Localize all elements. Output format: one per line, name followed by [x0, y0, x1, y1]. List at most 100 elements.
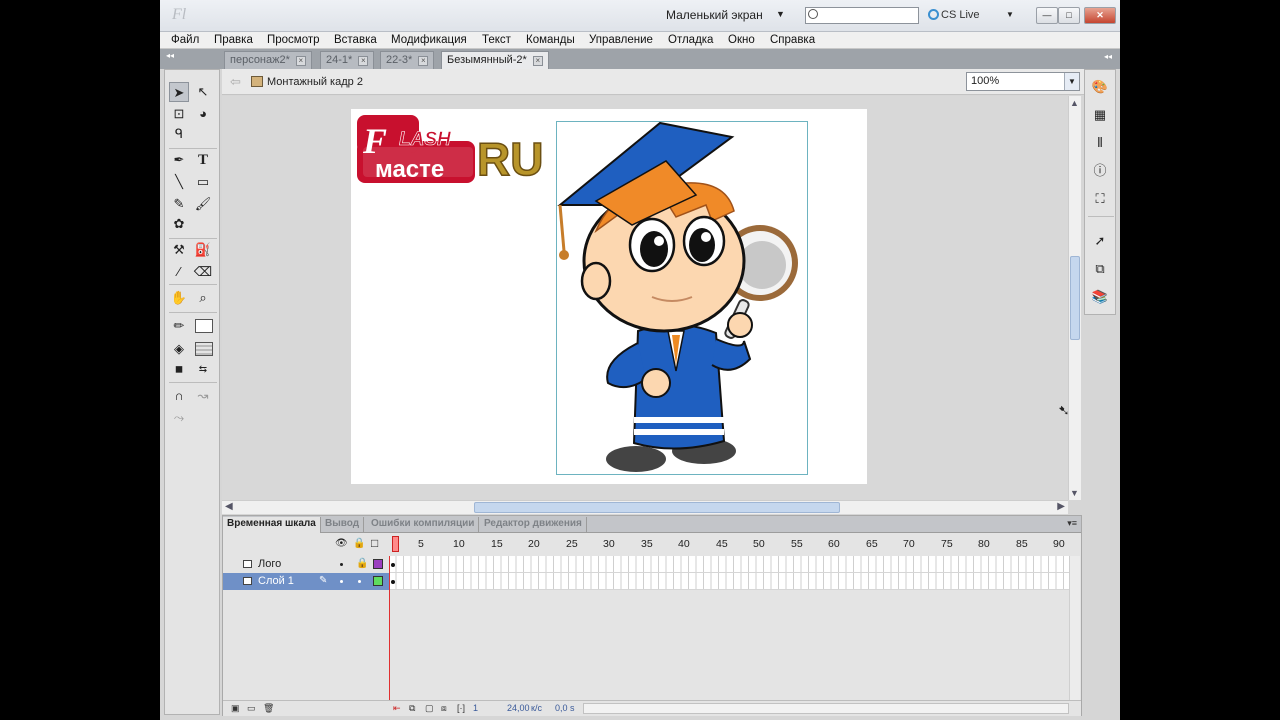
line-tool-icon[interactable]: ╲: [169, 172, 189, 192]
components-panel-icon[interactable]: ⧉: [1091, 260, 1109, 278]
frame-row[interactable]: [389, 573, 1069, 590]
tab-motion-editor[interactable]: Редактор движения: [480, 517, 587, 533]
fill-color-swatch[interactable]: [195, 342, 213, 356]
keyframe[interactable]: [390, 560, 396, 568]
eyedropper-tool-icon[interactable]: ⁄: [169, 262, 189, 282]
library-panel-icon[interactable]: 📚: [1091, 288, 1109, 306]
center-frame-icon[interactable]: ⇤: [393, 703, 401, 714]
frame-row[interactable]: [389, 556, 1069, 573]
chevron-down-icon[interactable]: ▼: [776, 9, 785, 19]
bone-tool-icon[interactable]: ⚒: [169, 240, 189, 260]
menu-help[interactable]: Справка: [770, 34, 815, 46]
brush-tool-icon[interactable]: 🖌: [193, 194, 213, 214]
playhead[interactable]: [392, 536, 399, 552]
onion-skin-icon[interactable]: ⧉: [409, 703, 415, 714]
scroll-down-icon[interactable]: ▼: [1070, 488, 1079, 498]
tab-compiler-errors[interactable]: Ошибки компиляции: [367, 517, 480, 533]
3d-rotation-tool-icon[interactable]: ◕: [193, 104, 213, 124]
close-tab-icon[interactable]: ×: [358, 56, 369, 66]
timeline-vertical-scrollbar[interactable]: [1069, 556, 1080, 704]
expand-panel-icon[interactable]: ◂◂: [1104, 52, 1112, 61]
doc-tab[interactable]: 22-3* ×: [380, 51, 435, 69]
cs-live-button[interactable]: CS Live: [928, 9, 980, 21]
zoom-select[interactable]: 100% ▼: [966, 72, 1080, 91]
frame-ruler[interactable]: 5 10 15 20 25 30 35 40 45 50 55 60 65 70…: [389, 534, 1069, 556]
close-tab-icon[interactable]: ×: [418, 56, 429, 66]
lasso-tool-icon[interactable]: ᑫ: [169, 124, 189, 144]
stroke-color-swatch[interactable]: [195, 319, 213, 333]
eraser-tool-icon[interactable]: ⌫: [193, 262, 213, 282]
flash-master-logo[interactable]: F LASH масте RU: [355, 111, 547, 187]
maximize-button[interactable]: □: [1058, 7, 1080, 24]
menu-commands[interactable]: Команды: [526, 34, 575, 46]
stage[interactable]: F LASH масте RU: [351, 109, 867, 484]
search-input[interactable]: [805, 7, 919, 24]
menu-insert[interactable]: Вставка: [334, 34, 377, 46]
menu-file[interactable]: Файл: [171, 34, 199, 46]
close-tab-icon[interactable]: ×: [532, 56, 543, 66]
eye-icon[interactable]: 👁: [335, 538, 348, 549]
menu-modify[interactable]: Модификация: [391, 34, 467, 46]
outline-icon[interactable]: □: [371, 536, 378, 550]
menu-edit[interactable]: Правка: [214, 34, 253, 46]
rectangle-tool-icon[interactable]: ▭: [193, 172, 213, 192]
tab-timeline[interactable]: Временная шкала: [223, 517, 321, 533]
close-button[interactable]: ✕: [1084, 7, 1116, 24]
scroll-right-icon[interactable]: ▶: [1057, 501, 1065, 512]
menu-debug[interactable]: Отладка: [668, 34, 713, 46]
panel-menu-icon[interactable]: ▾≡: [1067, 518, 1077, 529]
paint-bucket-tool-icon[interactable]: ⛽: [193, 240, 213, 260]
layer-color-box[interactable]: [373, 576, 383, 586]
back-arrow-icon[interactable]: ⇦: [230, 74, 241, 90]
onion-markers-icon[interactable]: [·]: [457, 703, 465, 713]
layer-color-box[interactable]: [373, 559, 383, 569]
doc-tab[interactable]: персонаж2* ×: [224, 51, 312, 69]
selection-tool-icon[interactable]: ➤: [169, 82, 189, 102]
lock-icon[interactable]: 🔒: [356, 558, 368, 569]
scroll-up-icon[interactable]: ▲: [1070, 98, 1079, 108]
pen-tool-icon[interactable]: ✒: [169, 150, 189, 170]
stage-horizontal-scrollbar[interactable]: ◀ ▶: [222, 500, 1068, 514]
onion-outline-icon[interactable]: ▢: [425, 703, 434, 714]
fill-color-icon[interactable]: ◈: [169, 339, 189, 359]
subselection-tool-icon[interactable]: ↖: [193, 82, 213, 102]
text-tool-icon[interactable]: T: [193, 150, 213, 170]
snap-magnet-icon[interactable]: ∩: [169, 386, 189, 406]
student-character-image[interactable]: [556, 121, 808, 475]
swatches-panel-icon[interactable]: ▦: [1091, 106, 1109, 124]
straighten-icon[interactable]: ⤳: [169, 408, 189, 428]
collapse-panel-icon[interactable]: ◂◂: [166, 51, 174, 60]
scroll-left-icon[interactable]: ◀: [225, 501, 233, 512]
doc-tab-active[interactable]: Безымянный-2* ×: [441, 51, 549, 69]
free-transform-tool-icon[interactable]: ⊡: [169, 104, 189, 124]
current-frame[interactable]: 1: [473, 703, 478, 713]
black-white-icon[interactable]: ◼: [169, 360, 189, 380]
chevron-down-icon[interactable]: ▼: [1006, 10, 1014, 19]
motion-presets-icon[interactable]: ➚: [1091, 232, 1109, 250]
keyframe[interactable]: [390, 577, 396, 585]
align-panel-icon[interactable]: ⫴: [1091, 134, 1109, 152]
scroll-thumb[interactable]: [474, 502, 840, 513]
frame-rate[interactable]: 24,00: [507, 703, 530, 713]
deco-tool-icon[interactable]: ✿: [169, 214, 189, 234]
tab-output[interactable]: Вывод: [321, 517, 365, 533]
hand-tool-icon[interactable]: ✋: [169, 288, 189, 308]
visibility-dot[interactable]: [340, 563, 343, 566]
minimize-button[interactable]: —: [1036, 7, 1058, 24]
workspace-switcher[interactable]: Маленький экран: [666, 8, 763, 22]
menu-window[interactable]: Окно: [728, 34, 755, 46]
stage-vertical-scrollbar[interactable]: ▲ ▼: [1068, 96, 1081, 500]
menu-view[interactable]: Просмотр: [267, 34, 320, 46]
lock-icon[interactable]: 🔒: [353, 538, 365, 549]
timeline-horizontal-scrollbar[interactable]: [583, 703, 1069, 714]
layer-row[interactable]: Лого 🔒: [223, 556, 389, 573]
scroll-thumb[interactable]: [1070, 256, 1080, 340]
doc-tab[interactable]: 24-1* ×: [320, 51, 375, 69]
edit-multiple-frames-icon[interactable]: ⧈: [441, 703, 447, 714]
color-panel-icon[interactable]: 🎨: [1091, 78, 1109, 96]
delete-layer-icon[interactable]: 🗑: [263, 703, 274, 714]
new-layer-icon[interactable]: ▣: [231, 703, 240, 714]
info-panel-icon[interactable]: ⓘ: [1091, 162, 1109, 180]
lock-dot[interactable]: [358, 580, 361, 583]
chevron-down-icon[interactable]: ▼: [1064, 73, 1079, 90]
